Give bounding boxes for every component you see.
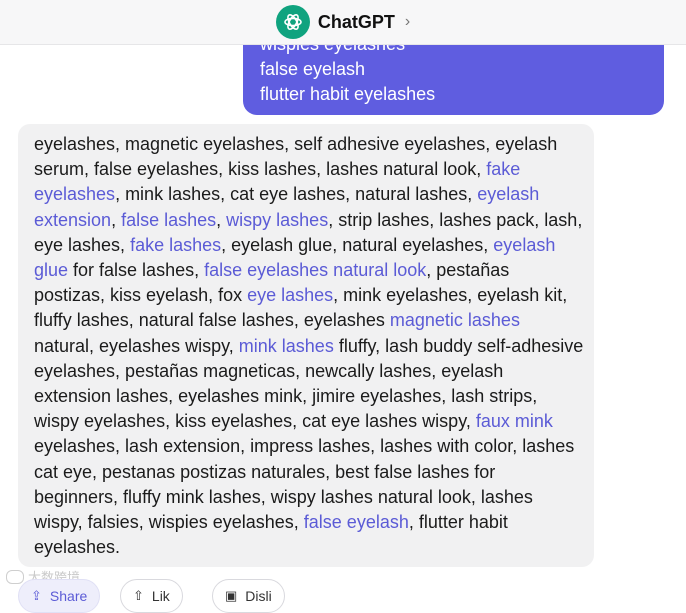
message-text-segment: , mink lashes, cat eye lashes, natural l… [115,184,478,205]
share-button[interactable]: ⇪ Share [18,579,101,613]
user-message-line: flutter habit eyelashes [260,84,436,104]
conversation[interactable]: wispies eyelashes false eyelash flutter … [0,44,686,593]
keyword-link[interactable]: false eyelashes natural look [204,260,426,280]
message-text-segment: natural, eyelashes wispy, [34,335,239,356]
model-selector[interactable]: ChatGPT › [275,5,411,39]
share-icon: ⇪ [31,588,42,603]
assistant-message: eyelashes, magnetic eyelashes, self adhe… [18,124,594,567]
like-button[interactable]: ⇧ Lik [120,579,183,613]
keyword-link[interactable]: magnetic lashes [390,310,520,330]
message-text-segment: , [111,209,122,230]
keyword-link[interactable]: mink lashes [239,336,334,356]
watermark-logo-icon [6,569,24,584]
dislike-label: Disli [245,588,272,604]
keyword-link[interactable]: false lashes [121,210,216,230]
message-text-segment: , [216,209,227,230]
user-message-line: wispies eyelashes [260,44,406,54]
user-message-line: false eyelash [260,59,366,79]
chevron-right-icon: › [404,13,411,30]
user-message: wispies eyelashes false eyelash flutter … [243,44,664,115]
keyword-link[interactable]: eye lashes [247,285,333,305]
keyword-link[interactable]: fake lashes [130,235,221,255]
dislike-button[interactable]: ▣ Disli [212,579,285,613]
keyword-link[interactable]: false eyelash [304,512,409,532]
thumb-down-icon: ▣ [225,588,238,603]
top-bar: ChatGPT › [0,0,686,45]
message-text-segment: for false lashes, [68,260,205,281]
message-text-segment: , eyelash glue, natural eyelashes, [221,234,494,255]
thumb-up-icon: ⇧ [133,588,144,603]
app-title: ChatGPT [317,11,395,32]
keyword-link[interactable]: faux mink [476,411,553,431]
like-label: Lik [151,588,170,604]
share-label: Share [49,588,88,604]
keyword-link[interactable]: wispy lashes [226,210,328,230]
message-text-segment: eyelashes, magnetic eyelashes, self adhe… [34,134,558,180]
openai-logo-icon [275,5,310,39]
assistant-message-text: eyelashes, magnetic eyelashes, self adhe… [34,132,584,560]
